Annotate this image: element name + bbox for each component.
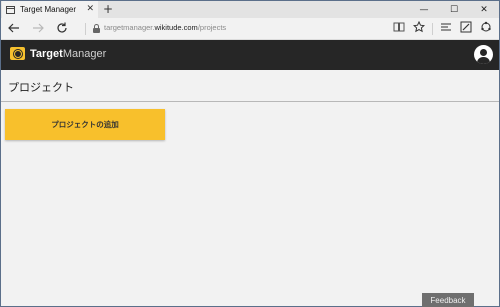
- minimize-button[interactable]: —: [409, 1, 439, 18]
- toolbar-separator: [432, 23, 433, 35]
- browser-tab[interactable]: Target Manager ✕: [2, 1, 98, 18]
- brand-bold: Target: [30, 48, 63, 60]
- user-avatar-icon[interactable]: [474, 45, 493, 64]
- address-bar: targetmanager.wikitude.com/projects: [1, 18, 499, 40]
- url-host: wikitude.com: [154, 23, 198, 32]
- back-icon[interactable]: [6, 21, 22, 37]
- lock-icon[interactable]: [93, 24, 100, 33]
- feedback-button[interactable]: Feedback: [422, 293, 474, 307]
- maximize-button[interactable]: ☐: [439, 1, 469, 18]
- page-icon: [6, 5, 15, 14]
- url-prefix: targetmanager.: [104, 23, 155, 32]
- url-field[interactable]: targetmanager.wikitude.com/projects: [104, 23, 226, 32]
- hub-icon[interactable]: [439, 21, 453, 37]
- share-icon[interactable]: [479, 21, 493, 37]
- close-window-button[interactable]: ✕: [469, 1, 499, 18]
- reading-view-icon[interactable]: [392, 21, 406, 37]
- favorite-star-icon[interactable]: [412, 20, 426, 37]
- tab-strip: Target Manager ✕ + — ☐ ✕: [1, 1, 499, 18]
- page-divider: [1, 101, 499, 102]
- app-header: TargetManager: [1, 40, 499, 70]
- refresh-icon[interactable]: [54, 21, 70, 37]
- tab-title: Target Manager: [20, 5, 77, 14]
- target-manager-logo-icon[interactable]: [10, 47, 25, 60]
- browser-window: Target Manager ✕ + — ☐ ✕ targetmanager.w…: [0, 0, 500, 307]
- app-brand[interactable]: TargetManager: [30, 48, 106, 60]
- tab-close-icon[interactable]: ✕: [86, 3, 94, 15]
- brand-regular: Manager: [62, 48, 107, 60]
- web-note-icon[interactable]: [459, 21, 473, 37]
- address-separator: [85, 23, 86, 35]
- browser-toolbar: [392, 20, 493, 37]
- forward-icon[interactable]: [30, 21, 46, 37]
- window-controls: — ☐ ✕: [409, 1, 499, 18]
- add-project-button[interactable]: プロジェクトの追加: [5, 109, 165, 140]
- new-tab-button[interactable]: +: [103, 1, 113, 17]
- url-path: /projects: [197, 23, 227, 32]
- page-title: プロジェクト: [8, 81, 74, 94]
